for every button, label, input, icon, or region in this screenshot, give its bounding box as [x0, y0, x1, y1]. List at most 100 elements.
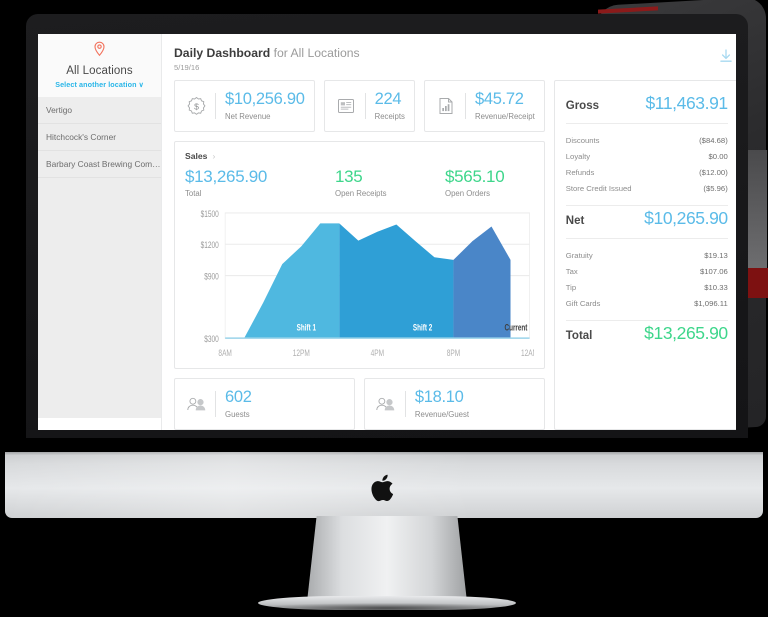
monitor-screen: All Locations Select another location ∨ V… — [38, 34, 736, 430]
kpi-label: Receipts — [374, 111, 405, 121]
table-row: Gift Cards $1,096.11 — [566, 295, 728, 311]
total-value: $13,265.90 — [644, 323, 728, 343]
main-content: Daily Dashboard for All Locations 5/19/1… — [162, 34, 736, 430]
guests-icon — [184, 395, 209, 413]
kpi-net-revenue[interactable]: $ $10,256.90 Net Revenue — [174, 80, 315, 132]
row-label: Discounts — [565, 135, 600, 145]
kpi-value: $18.10 — [414, 388, 464, 407]
total-label: Total — [565, 330, 593, 342]
table-row: Loyalty $0.00 — [566, 148, 728, 164]
open-receipts-value: 135 — [335, 167, 363, 186]
left-column: $ $10,256.90 Net Revenue 224 Receipts $4… — [174, 80, 545, 430]
svg-text:8AM: 8AM — [218, 348, 232, 358]
monitor-stand-shadow — [252, 603, 520, 613]
dollar-badge-icon: $ — [184, 96, 209, 117]
sales-total-label: Total — [185, 189, 202, 198]
open-receipts-label: Open Receipts — [335, 189, 387, 198]
sales-heading: Sales — [185, 151, 208, 161]
total-row: Total $13,265.90 — [566, 321, 728, 353]
kpi-value: 224 — [374, 90, 402, 109]
page-title-rest: for All Locations — [270, 46, 360, 60]
svg-text:12AM: 12AM — [521, 348, 534, 358]
table-row: Discounts ($84.68) — [566, 132, 728, 148]
kpi-revenue-per-guest[interactable]: $18.10 Revenue/Guest — [363, 378, 545, 430]
location-title: All Locations — [66, 65, 133, 77]
svg-text:8PM: 8PM — [447, 348, 461, 358]
chevron-down-icon: ∨ — [138, 82, 144, 89]
sales-chart[interactable]: $1500 $1200 $900 $300 Shift 1 Shift 2 Current 8… — [185, 207, 534, 362]
open-receipts: 135 Open Receipts — [335, 168, 445, 198]
right-column: Gross $11,463.91 Discounts ($84.68) Loya… — [553, 80, 736, 430]
page-title-block: Daily Dashboard for All Locations 5/19/1… — [174, 46, 360, 72]
gross-value: $11,463.91 — [645, 93, 728, 113]
kpi-label: Guests — [225, 409, 250, 419]
row-value: $0.00 — [708, 151, 728, 161]
open-orders-label: Open Orders — [445, 189, 491, 198]
kpi-divider — [404, 391, 406, 417]
kpi-label: Net Revenue — [225, 111, 271, 121]
chevron-right-icon: › — [212, 151, 216, 161]
select-location-label: Select another location — [55, 80, 137, 89]
kpi-label: Revenue/Guest — [414, 409, 470, 419]
row-value: $1,096.11 — [694, 298, 728, 308]
open-orders: $565.10 Open Orders — [445, 168, 505, 198]
dashboard-columns: $ $10,256.90 Net Revenue 224 Receipts $4… — [174, 80, 736, 430]
sales-metrics: $13,265.90 Total 135 Open Receipts $565.… — [185, 168, 534, 198]
svg-text:$1200: $1200 — [201, 240, 220, 250]
net-row: Net $10,265.90 — [566, 206, 728, 238]
svg-text:12PM: 12PM — [293, 348, 310, 358]
sales-card: Sales › $13,265.90 Total 135 Open Receipt… — [174, 141, 545, 369]
guests-icon — [374, 395, 399, 413]
page-date: 5/19/16 — [174, 63, 200, 72]
row-label: Refunds — [565, 167, 595, 177]
table-row: Tax $107.06 — [566, 263, 728, 279]
sidebar-item-hitchcocks-corner[interactable]: Hitchcock's Corner — [38, 124, 161, 151]
location-pin-icon — [44, 41, 155, 62]
kpi-value: $10,256.90 — [225, 90, 305, 109]
location-list-empty-area — [38, 178, 161, 418]
kpi-text: $45.72 Revenue/Receipt — [475, 91, 535, 121]
page-title: Daily Dashboard for All Locations — [174, 46, 360, 60]
sales-total-value: $13,265.90 — [185, 167, 268, 186]
gross-row: Gross $11,463.91 — [566, 91, 728, 123]
kpi-row-top: $ $10,256.90 Net Revenue 224 Receipts $4… — [174, 80, 545, 132]
sidebar-item-vertigo[interactable]: Vertigo — [38, 97, 161, 124]
kpi-divider — [364, 93, 366, 119]
table-row: Tip $10.33 — [566, 279, 728, 295]
monitor-stand-neck — [307, 516, 467, 602]
gross-label: Gross — [565, 100, 600, 112]
svg-text:$300: $300 — [204, 334, 219, 344]
dashboard-app: All Locations Select another location ∨ V… — [38, 34, 736, 430]
table-row: Refunds ($12.00) — [566, 164, 728, 180]
sidebar-item-barbary-coast[interactable]: Barbary Coast Brewing Com… — [38, 151, 161, 178]
kpi-guests[interactable]: 602 Guests — [174, 378, 355, 430]
revenue-summary-card: Gross $11,463.91 Discounts ($84.68) Loya… — [553, 80, 736, 430]
table-row: Store Credit Issued ($5.96) — [566, 180, 728, 196]
kpi-value: 602 — [225, 388, 252, 407]
row-value: ($12.00) — [699, 167, 728, 177]
location-list: Vertigo Hitchcock's Corner Barbary Coast… — [38, 97, 161, 418]
select-location-link[interactable]: Select another location ∨ — [44, 80, 155, 89]
deductions-list: Discounts ($84.68) Loyalty $0.00 Refunds… — [566, 124, 728, 205]
row-label: Tax — [565, 266, 578, 276]
svg-text:$: $ — [194, 101, 199, 111]
additions-list: Gratuity $19.13 Tax $107.06 Tip $10.33 G… — [566, 239, 728, 320]
download-button[interactable] — [716, 46, 736, 71]
table-row: Gratuity $19.13 — [566, 247, 728, 263]
sales-header[interactable]: Sales › — [185, 151, 534, 161]
apple-logo — [370, 472, 398, 504]
row-value: ($84.68) — [699, 135, 728, 145]
sidebar: All Locations Select another location ∨ V… — [38, 34, 162, 430]
row-value: ($5.96) — [703, 183, 728, 193]
row-label: Gratuity — [565, 250, 593, 260]
sales-area-chart: $1500 $1200 $900 $300 Shift 1 Shift 2 Current 8… — [201, 209, 534, 359]
row-value: $10.33 — [704, 282, 728, 292]
svg-text:Shift 1: Shift 1 — [297, 323, 317, 333]
svg-text:Current: Current — [505, 323, 528, 333]
kpi-revenue-per-receipt[interactable]: $45.72 Revenue/Receipt — [423, 80, 545, 132]
kpi-receipts[interactable]: 224 Receipts — [323, 80, 415, 132]
kpi-divider — [215, 391, 216, 417]
kpi-text: $18.10 Revenue/Guest — [415, 389, 469, 419]
kpi-divider — [215, 93, 216, 119]
kpi-text: $10,256.90 Net Revenue — [225, 91, 305, 121]
